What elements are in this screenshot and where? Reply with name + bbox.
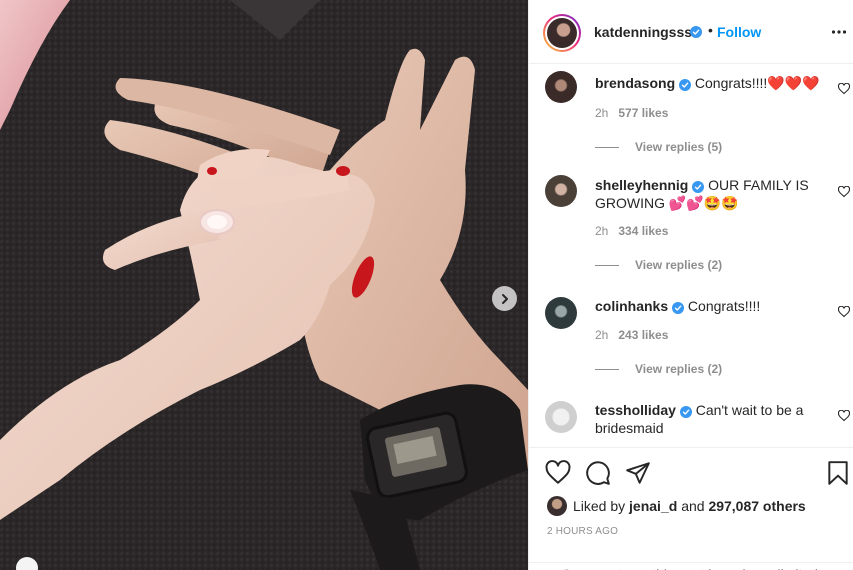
liked-by-prefix: Liked by [573,498,626,514]
comment-avatar[interactable] [545,175,577,207]
view-replies-button[interactable]: View replies (5) [595,140,722,154]
comment-like-heart-icon[interactable] [838,306,850,318]
comment-text: brendasong Congrats!!!!❤️❤️❤️ [595,74,827,92]
comment-avatar[interactable] [545,401,577,433]
view-replies-button[interactable]: View replies (2) [595,362,722,376]
comment-age[interactable]: 2h [595,106,608,120]
comment-age[interactable]: 2h [595,328,608,342]
verified-icon [679,406,692,418]
post-actions: Liked by jenai_d and 297,087 others 2 HO… [529,447,853,570]
avatar-border [545,16,579,50]
paper-plane-icon[interactable] [625,460,651,486]
post-header: katdenningsss • Follow [529,0,853,64]
header-username[interactable]: katdenningsss [594,24,692,40]
comment-icon[interactable] [585,460,611,486]
comment-username[interactable]: colinhanks [595,298,668,314]
liked-by-user[interactable]: jenai_d [629,498,677,514]
comment-avatar[interactable] [545,71,577,103]
comment-meta: 2h 243 likes [595,328,668,342]
post-timestamp[interactable]: 2 HOURS AGO [547,526,618,537]
next-photo-button[interactable] [492,286,517,311]
comment-likes[interactable]: 243 likes [618,328,668,342]
comment-username[interactable]: shelleyhennig [595,177,688,193]
verified-icon [692,181,705,193]
verified-icon [672,302,685,314]
comment-meta: 2h 334 likes [595,224,668,238]
liked-by: Liked by jenai_d and 297,087 others [547,496,806,516]
avatar [547,18,577,48]
comment-like-heart-icon[interactable] [838,83,850,95]
story-ring[interactable] [543,14,581,52]
comment-likes[interactable]: 334 likes [618,224,668,238]
chevron-right-icon [501,293,508,304]
follow-button[interactable]: Follow [717,24,761,40]
comment-like-heart-icon[interactable] [838,410,850,422]
post-photo[interactable] [0,0,528,570]
replies-line [595,265,619,267]
comment-like-heart-icon[interactable] [838,186,850,198]
view-replies-label: View replies (5) [635,140,723,154]
comment-body: Congrats!!!!❤️❤️❤️ [694,75,820,91]
comment-meta: 2h 577 likes [595,106,668,120]
replies-line [595,369,619,371]
liked-by-others[interactable]: 297,087 others [708,498,805,514]
post-side-panel: katdenningsss • Follow brendasong Congra… [528,0,853,570]
heart-icon[interactable] [545,460,571,486]
liker-avatar[interactable] [547,496,567,516]
comment-username[interactable]: brendasong [595,75,675,91]
view-replies-label: View replies (2) [635,258,723,272]
liked-by-conjunction: and [681,498,705,514]
comment-text: colinhanks Congrats!!!! [595,297,827,315]
comment-age[interactable]: 2h [595,224,608,238]
comment-text: tessholliday Can't wait to be a bridesma… [595,401,827,437]
comment-avatar[interactable] [545,297,577,329]
view-replies-label: View replies (2) [635,362,723,376]
comments-limited-notice: Comments on this post have been limited. [529,562,853,570]
comment-likes[interactable]: 577 likes [618,106,668,120]
verified-icon [679,79,692,91]
separator-dot: • [708,22,713,38]
comment-text: shelleyhennig OUR FAMILY IS GROWING 💕💕🤩🤩 [595,176,827,212]
view-replies-button[interactable]: View replies (2) [595,258,722,272]
more-horizontal-icon[interactable] [831,24,847,40]
replies-line [595,147,619,149]
comment-body: Congrats!!!! [687,298,761,314]
engagement-photo [0,0,528,570]
bookmark-icon[interactable] [825,460,851,486]
comments-list[interactable]: brendasong Congrats!!!!❤️❤️❤️ 2h 577 like… [529,64,853,447]
comment-username[interactable]: tessholliday [595,402,676,418]
verified-icon [690,26,702,38]
